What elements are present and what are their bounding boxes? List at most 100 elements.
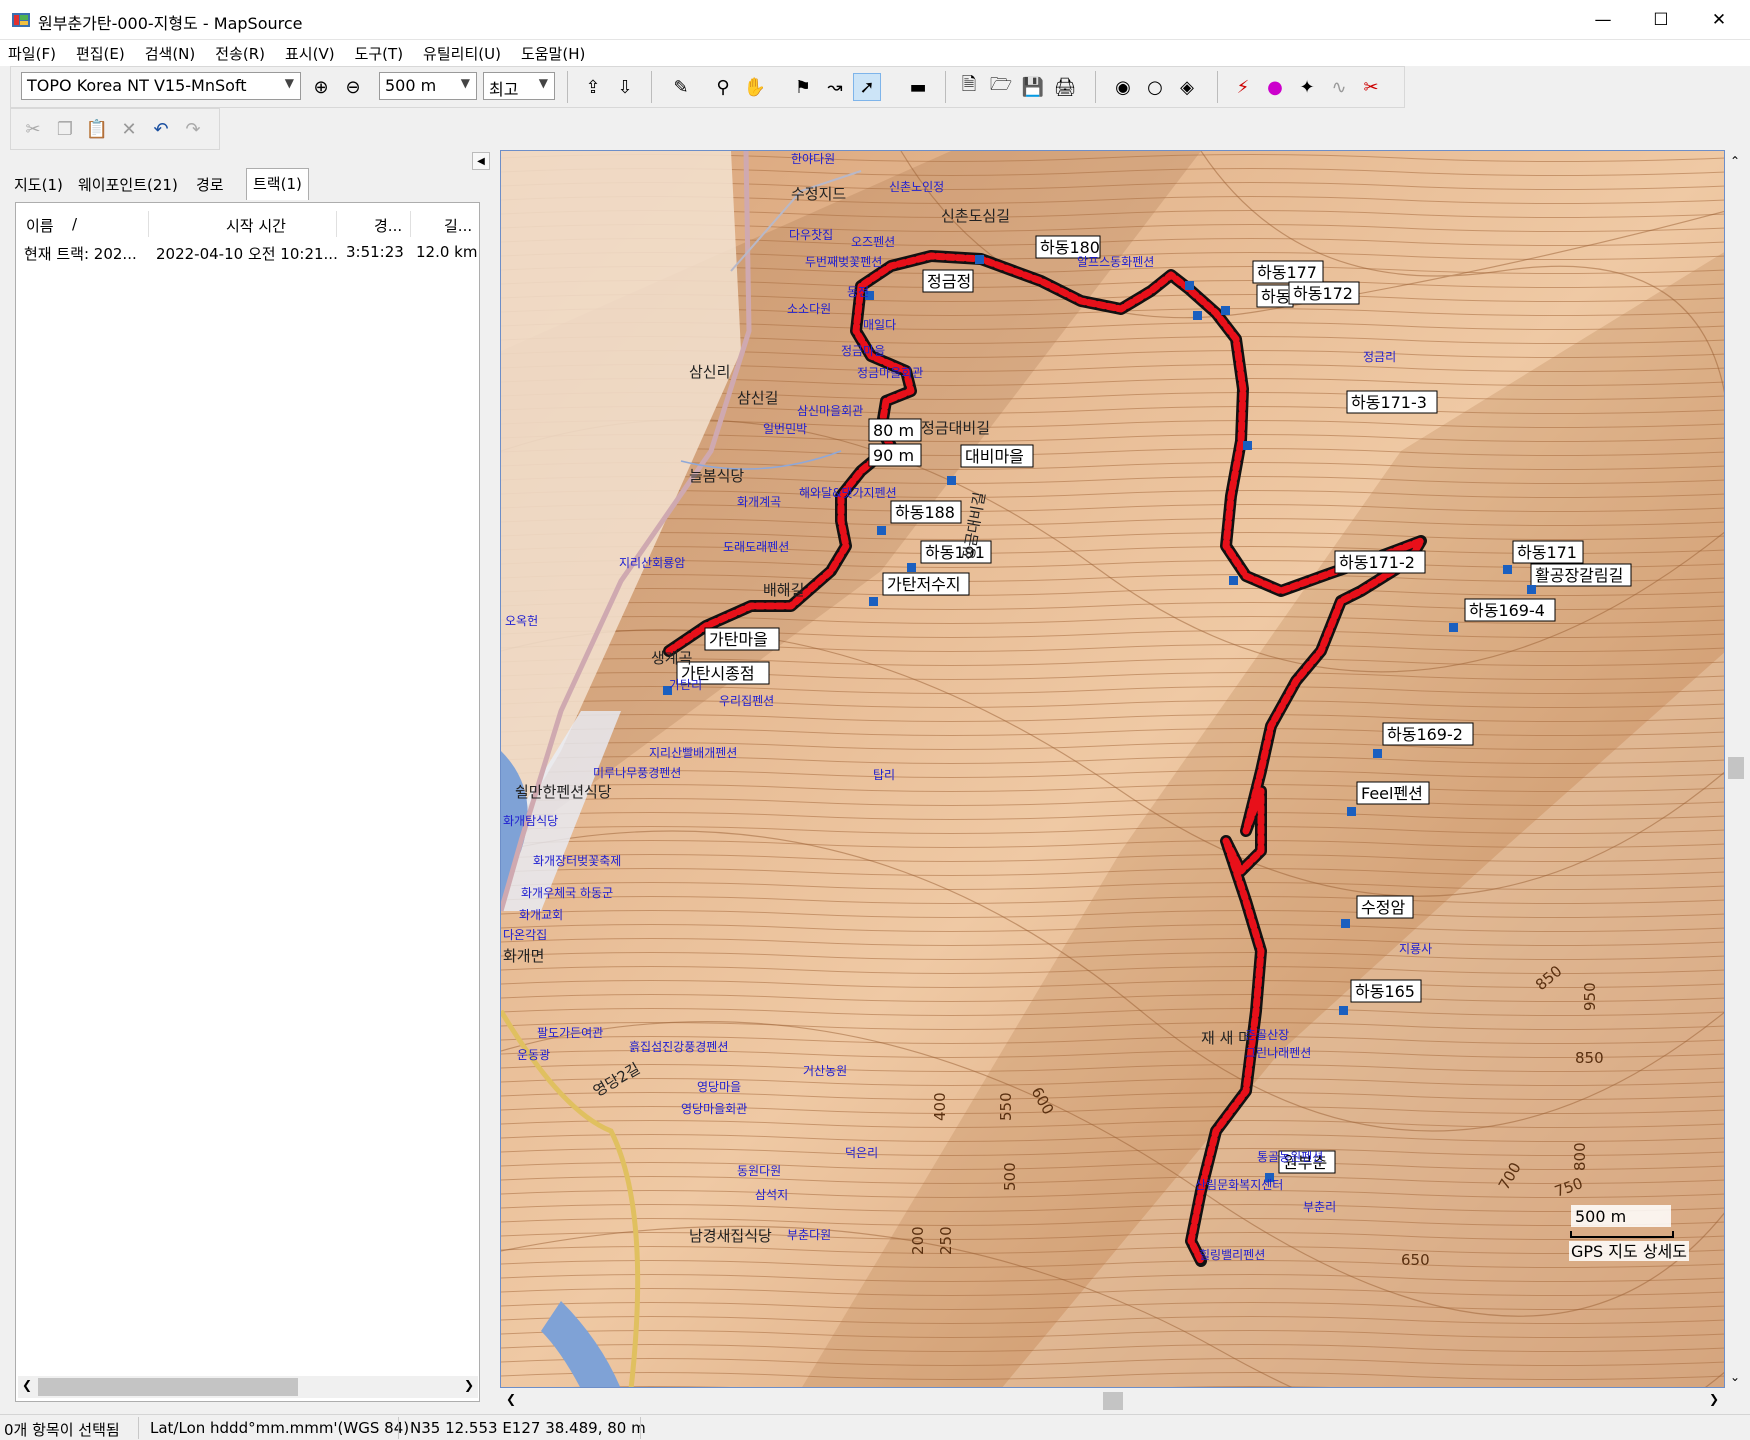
- chevron-down-icon: ▼: [538, 76, 548, 90]
- paste-icon[interactable]: 📋: [83, 115, 111, 143]
- map-canvas[interactable]: 하동180 정금정 하동177 하동 하동172 하동171-3 80 m 90…: [501, 151, 1725, 1388]
- zoom-tool-icon[interactable]: ⚲: [709, 73, 737, 101]
- zoom-out-icon[interactable]: ⊖: [339, 73, 367, 101]
- contour-label: 650: [1401, 1251, 1430, 1269]
- place-label: 화개탐식당: [503, 814, 558, 828]
- track-select-icon[interactable]: ✦: [1293, 73, 1321, 101]
- tab-maps[interactable]: 지도(1): [8, 170, 69, 198]
- find-binoculars-icon[interactable]: ◉: [1109, 73, 1137, 101]
- menu-search[interactable]: 검색(N): [145, 43, 196, 64]
- map-tool-icon[interactable]: ✎: [667, 73, 695, 101]
- map-hscroll-thumb[interactable]: [1103, 1392, 1123, 1410]
- find-address-icon[interactable]: ◈: [1173, 73, 1201, 101]
- elevation-80m[interactable]: 80 m: [868, 418, 922, 442]
- sort-indicator: /: [72, 215, 78, 233]
- menu-utility[interactable]: 유틸리티(U): [423, 43, 501, 64]
- scroll-left-icon[interactable]: ❮: [22, 1378, 32, 1392]
- scroll-right-icon[interactable]: ❯: [1709, 1392, 1719, 1406]
- place-label: 정금마을: [841, 344, 885, 358]
- hiker-icon: [1341, 919, 1350, 928]
- column-divider[interactable]: [148, 211, 149, 237]
- cut-icon[interactable]: ✂: [19, 115, 47, 143]
- selection-arrow-icon[interactable]: ➚: [853, 73, 881, 101]
- status-divider: [640, 1417, 641, 1439]
- tab-routes[interactable]: 경로: [190, 170, 230, 198]
- send-to-device-icon[interactable]: ⇩: [611, 73, 639, 101]
- hiker-icon: [1347, 807, 1356, 816]
- place-label: 신촌노인정: [889, 180, 944, 194]
- waypoint-label: 하동188: [895, 503, 955, 522]
- menu-help[interactable]: 도움말(H): [521, 43, 585, 64]
- scroll-down-icon[interactable]: ⌄: [1730, 1370, 1740, 1384]
- map-product-select[interactable]: TOPO Korea NT V15-MnSoft ▼: [21, 72, 301, 100]
- place-label: 정금리: [1363, 350, 1396, 364]
- print-icon[interactable]: 🖨: [1051, 73, 1079, 101]
- menu-view[interactable]: 표시(V): [285, 43, 335, 64]
- column-header-duration[interactable]: 경...: [374, 215, 402, 236]
- column-header-length[interactable]: 길...: [444, 215, 472, 236]
- waypoint-label: 활공장갈림길: [1535, 566, 1623, 585]
- place-label: 정금마을회관: [857, 366, 923, 380]
- zoom-scale-select[interactable]: 500 m ▼: [379, 72, 477, 100]
- receive-from-device-icon[interactable]: ⇪: [579, 73, 607, 101]
- waypoint-label: Feel펜션: [1361, 784, 1423, 803]
- menu-tools[interactable]: 도구(T): [355, 43, 403, 64]
- place-label: 부춘리: [1303, 1200, 1336, 1214]
- map-view[interactable]: 하동180 정금정 하동177 하동 하동172 하동171-3 80 m 90…: [500, 150, 1725, 1388]
- tab-waypoints[interactable]: 웨이포인트(21): [72, 170, 184, 198]
- close-button[interactable]: ✕: [1690, 0, 1748, 40]
- minimize-button[interactable]: —: [1574, 0, 1632, 40]
- route-tool-icon[interactable]: ↝: [821, 73, 849, 101]
- waypoint-label: 하동171: [1517, 543, 1577, 562]
- waypoint-gatan-village[interactable]: 가탄마을: [704, 627, 780, 651]
- open-folder-icon[interactable]: 🗁: [987, 73, 1015, 101]
- new-file-icon[interactable]: 🗎: [955, 73, 983, 101]
- map-horizontal-scrollbar[interactable]: ❮ ❯: [500, 1388, 1725, 1414]
- pan-hand-icon[interactable]: ✋: [741, 73, 769, 101]
- delete-icon[interactable]: ✕: [115, 115, 143, 143]
- detail-select[interactable]: 최고 ▼: [483, 72, 555, 100]
- map-vscroll-thumb[interactable]: [1728, 757, 1744, 779]
- copy-icon[interactable]: ❐: [51, 115, 79, 143]
- map-vertical-scrollbar[interactable]: ⌃ ⌄: [1725, 150, 1747, 1388]
- hiker-icon: [1243, 441, 1252, 450]
- waypoint-label: 하동177: [1257, 263, 1317, 282]
- redo-icon[interactable]: ↷: [179, 115, 207, 143]
- collapse-panel-button[interactable]: ◀: [472, 152, 490, 170]
- tab-tracks[interactable]: 트랙(1): [246, 168, 309, 200]
- hiker-icon: [1373, 749, 1382, 758]
- menu-edit[interactable]: 편집(E): [76, 43, 125, 64]
- column-divider[interactable]: [336, 211, 337, 237]
- waypoint-hadong[interactable]: 하동: [1256, 284, 1294, 308]
- waypoint-label: 수정암: [1361, 898, 1405, 917]
- place-label: 지리산빨배개펜션: [649, 746, 737, 760]
- track-join-icon[interactable]: ∿: [1325, 73, 1353, 101]
- waypoint-label: 정금정: [927, 272, 971, 291]
- menu-transfer[interactable]: 전송(R): [215, 43, 265, 64]
- place-label: 도래도래펜션: [723, 540, 789, 554]
- place-label: 산림문화복지센터: [1195, 1178, 1283, 1192]
- find-nearby-icon[interactable]: ○: [1141, 73, 1169, 101]
- place-label: 수정지드: [791, 185, 846, 203]
- contour-label: 250: [937, 1226, 955, 1255]
- waypoint-flag-icon[interactable]: ⚑: [789, 73, 817, 101]
- zoom-in-icon[interactable]: ⊕: [307, 73, 335, 101]
- column-divider[interactable]: [410, 211, 411, 237]
- track-draw-icon[interactable]: ⚡: [1229, 73, 1257, 101]
- list-scroll-thumb[interactable]: [38, 1378, 298, 1396]
- undo-icon[interactable]: ↶: [147, 115, 175, 143]
- elevation-90m[interactable]: 90 m: [868, 443, 922, 467]
- track-split-icon[interactable]: ✂: [1357, 73, 1385, 101]
- column-header-name[interactable]: 이름: [26, 215, 54, 236]
- column-header-start-time[interactable]: 시작 시간: [226, 215, 286, 236]
- save-icon[interactable]: 💾: [1019, 73, 1047, 101]
- maximize-button[interactable]: ☐: [1632, 0, 1690, 40]
- eraser-icon[interactable]: ●: [1261, 73, 1289, 101]
- scroll-up-icon[interactable]: ⌃: [1730, 154, 1740, 168]
- measure-ruler-icon[interactable]: ▬: [901, 73, 935, 101]
- place-label: 정금대비길: [921, 419, 990, 437]
- menu-file[interactable]: 파일(F): [8, 43, 56, 64]
- scroll-left-icon[interactable]: ❮: [506, 1392, 516, 1406]
- status-divider: [398, 1417, 399, 1439]
- scroll-right-icon[interactable]: ❯: [464, 1378, 474, 1392]
